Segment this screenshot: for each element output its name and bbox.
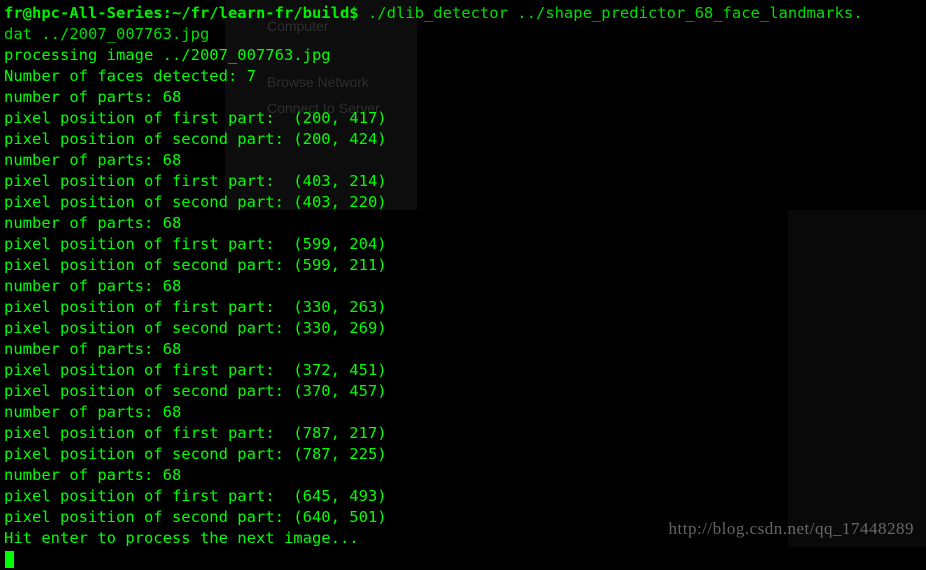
output-line: number of parts: 68 — [4, 465, 922, 486]
watermark-text: http://blog.csdn.net/qq_17448289 — [669, 518, 915, 539]
output-line: number of parts: 68 — [4, 150, 922, 171]
output-line: pixel position of first part: (372, 451) — [4, 360, 922, 381]
output-line: processing image ../2007_007763.jpg — [4, 45, 922, 66]
terminal-window[interactable]: fr@hpc-All-Series:~/fr/learn-fr/build$ .… — [0, 0, 926, 547]
output-line: pixel position of second part: (330, 269… — [4, 318, 922, 339]
output-line: number of parts: 68 — [4, 213, 922, 234]
shell-prompt: fr@hpc-All-Series:~/fr/learn-fr/build$ — [4, 4, 359, 22]
output-line: pixel position of second part: (200, 424… — [4, 129, 922, 150]
command-text: ./dlib_detector ../shape_predictor_68_fa… — [368, 4, 863, 22]
cursor-line[interactable] — [4, 549, 922, 570]
command-line-2: dat ../2007_007763.jpg — [4, 24, 922, 45]
output-line: pixel position of first part: (330, 263) — [4, 297, 922, 318]
output-line: pixel position of second part: (599, 211… — [4, 255, 922, 276]
output-line: pixel position of first part: (645, 493) — [4, 486, 922, 507]
output-line: pixel position of first part: (787, 217) — [4, 423, 922, 444]
cursor-icon — [5, 551, 14, 568]
output-line: number of parts: 68 — [4, 402, 922, 423]
output-line: number of parts: 68 — [4, 276, 922, 297]
prompt-line: fr@hpc-All-Series:~/fr/learn-fr/build$ .… — [4, 3, 922, 24]
output-line: number of parts: 68 — [4, 339, 922, 360]
output-line: number of parts: 68 — [4, 87, 922, 108]
prompt-next-image: Hit enter to process the next image... — [4, 529, 359, 547]
output-line: pixel position of first part: (599, 204) — [4, 234, 922, 255]
output-line: pixel position of first part: (403, 214) — [4, 171, 922, 192]
output-line: pixel position of second part: (370, 457… — [4, 381, 922, 402]
output-line: pixel position of second part: (787, 225… — [4, 444, 922, 465]
output-line: pixel position of second part: (403, 220… — [4, 192, 922, 213]
output-line: Number of faces detected: 7 — [4, 66, 922, 87]
output-line: pixel position of first part: (200, 417) — [4, 108, 922, 129]
